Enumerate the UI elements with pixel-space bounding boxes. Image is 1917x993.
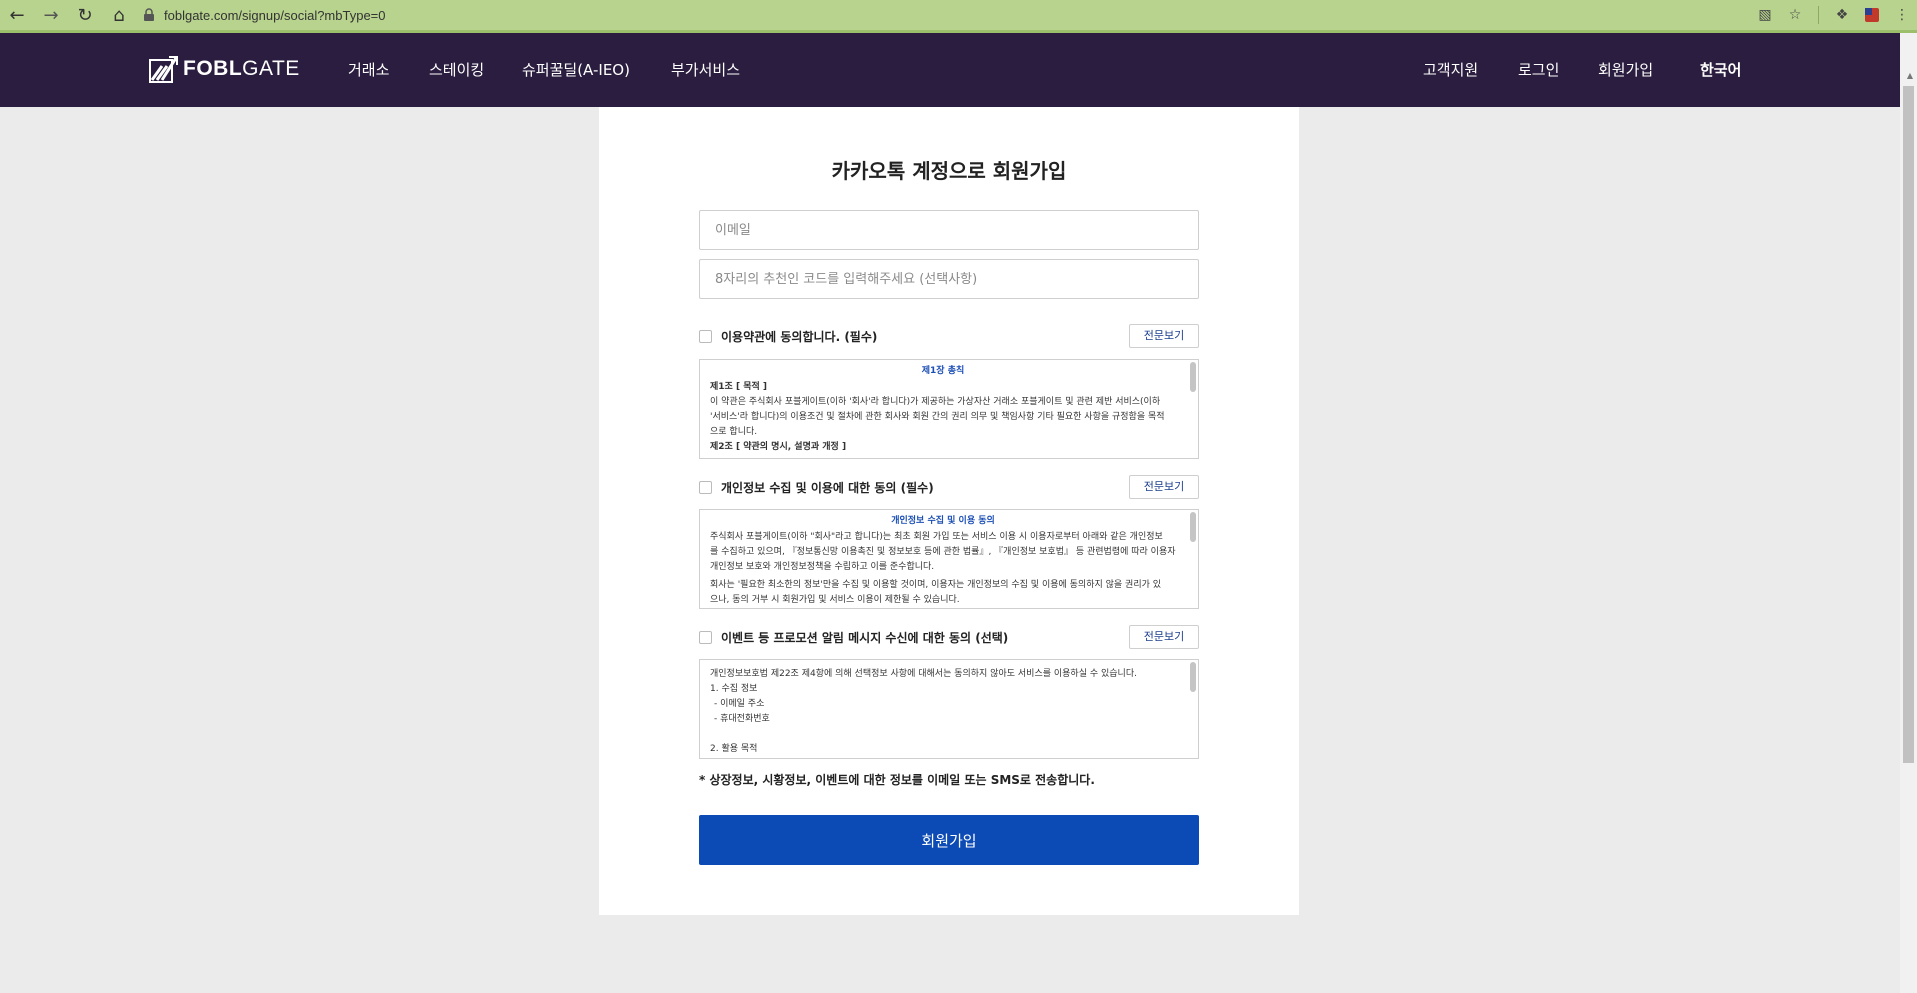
site-header: FOBLGATE 거래소 스테이킹 슈퍼꿀딜(A-IEO) 부가서비스 고객지원… — [0, 33, 1900, 107]
terms-line: 으로 합니다. — [710, 427, 758, 437]
nav-extra-services[interactable]: 부가서비스 — [671, 59, 740, 80]
signup-submit-button[interactable]: 회원가입 — [699, 815, 1199, 865]
nav-signup[interactable]: 회원가입 — [1598, 59, 1653, 80]
privacy-line: 개인정보 보호와 개인정보정책을 수립하고 이를 준수합니다. — [710, 562, 935, 572]
nav-support[interactable]: 고객지원 — [1423, 59, 1478, 80]
promo-text-box[interactable]: 개인정보보호법 제22조 제4항에 의해 선택정보 사항에 대해서는 동의하지 … — [699, 659, 1199, 759]
privacy-line: 회사는 '필요한 최소한의 정보'만을 수집 및 이용할 것이며, 이용자는 개… — [710, 580, 1162, 590]
terms-label: 이용약관에 동의합니다. (필수) — [721, 330, 878, 344]
scroll-up-icon[interactable]: ▲ — [1907, 71, 1913, 80]
signup-card: 카카오톡 계정으로 회원가입 이용약관에 동의합니다. (필수) 전문보기 제1… — [599, 107, 1299, 915]
privacy-line: 으나, 동의 거부 시 회원가입 및 서비스 이용이 제한될 수 있습니다. — [710, 595, 960, 605]
promo-box-scrollbar[interactable] — [1190, 662, 1196, 756]
logo[interactable]: FOBLGATE — [149, 54, 300, 84]
privacy-line: 를 수집하고 있으며, 『정보통신망 이용촉진 및 정보보호 등에 관한 법률』… — [710, 547, 1176, 557]
email-input[interactable] — [699, 210, 1199, 250]
nav-login[interactable]: 로그인 — [1518, 59, 1559, 80]
translate-icon[interactable]: ▧ — [1750, 0, 1780, 30]
toolbar-divider — [1818, 6, 1819, 24]
promo-label: 이벤트 등 프로모션 알림 메시지 수신에 대한 동의 (선택) — [721, 631, 1009, 645]
terms-line: '서비스'라 합니다)의 이용조건 및 절차에 관한 회사와 회원 간의 권리 … — [710, 412, 1165, 422]
extensions-icon[interactable]: ❖ — [1827, 0, 1857, 30]
foblgate-logo-icon — [149, 56, 178, 83]
promo-line: 개인정보보호법 제22조 제4항에 의해 선택정보 사항에 대해서는 동의하지 … — [710, 669, 1137, 679]
nav-exchange[interactable]: 거래소 — [348, 59, 389, 80]
browser-toolbar: ← → ↻ ⌂ foblgate.com/signup/social?mbTyp… — [0, 0, 1917, 30]
page-title: 카카오톡 계정으로 회원가입 — [831, 159, 1067, 183]
home-icon[interactable]: ⌂ — [102, 0, 136, 30]
promo-agree-row: 이벤트 등 프로모션 알림 메시지 수신에 대한 동의 (선택) 전문보기 — [699, 625, 1199, 651]
terms-text-box[interactable]: 제1장 총칙 제1조 [ 목적 ] 이 약관은 주식회사 포블게이트(이하 '회… — [699, 359, 1199, 459]
lock-icon — [144, 8, 154, 21]
promo-line: 2. 활용 목적 — [710, 744, 758, 754]
privacy-box-title: 개인정보 수집 및 이용 동의 — [891, 516, 995, 526]
terms-box-title: 제1장 총칙 — [921, 366, 965, 376]
back-icon[interactable]: ← — [0, 0, 34, 30]
terms-box-scrollbar[interactable] — [1190, 362, 1196, 456]
scrollbar-thumb[interactable] — [1903, 86, 1914, 763]
forward-icon[interactable]: → — [34, 0, 68, 30]
terms-line: 이 약관은 주식회사 포블게이트(이하 '회사'라 합니다)가 제공하는 가상자… — [710, 397, 1161, 407]
logo-text: FOBLGATE — [183, 57, 300, 80]
privacy-text-box[interactable]: 개인정보 수집 및 이용 동의 주식회사 포블게이트(이하 "회사"라고 합니다… — [699, 509, 1199, 609]
privacy-agree-row: 개인정보 수집 및 이용에 대한 동의 (필수) 전문보기 — [699, 475, 1199, 501]
profile-icon[interactable] — [1857, 0, 1887, 30]
promo-line: - 휴대전화번호 — [714, 714, 770, 724]
promo-line: 1. 수집 정보 — [710, 684, 758, 694]
nav-language[interactable]: 한국어 — [1700, 59, 1741, 80]
promo-line — [710, 727, 1176, 742]
menu-icon[interactable]: ⋮ — [1887, 0, 1917, 30]
terms-line: 제1조 [ 목적 ] — [710, 382, 768, 392]
reload-icon[interactable]: ↻ — [68, 0, 102, 30]
terms-view-button[interactable]: 전문보기 — [1129, 324, 1199, 348]
nav-staking[interactable]: 스테이킹 — [429, 59, 484, 80]
terms-agree-row: 이용약관에 동의합니다. (필수) 전문보기 — [699, 324, 1199, 350]
address-bar[interactable]: foblgate.com/signup/social?mbType=0 — [142, 0, 386, 30]
promo-line: - 이메일 주소 — [714, 699, 765, 709]
page-scrollbar[interactable]: ▲ — [1900, 33, 1917, 993]
star-icon[interactable]: ☆ — [1780, 0, 1810, 30]
privacy-line: 주식회사 포블게이트(이하 "회사"라고 합니다)는 최초 회원 가입 또는 서… — [710, 532, 1163, 542]
privacy-box-scrollbar[interactable] — [1190, 512, 1196, 606]
privacy-checkbox[interactable] — [699, 481, 712, 494]
sms-email-note: * 상장정보, 시황정보, 이벤트에 대한 정보를 이메일 또는 SMS로 전송… — [699, 773, 1095, 787]
promo-view-button[interactable]: 전문보기 — [1129, 625, 1199, 649]
terms-line: 제2조 [ 약관의 명시, 설명과 개정 ] — [710, 442, 847, 452]
referral-code-input[interactable] — [699, 259, 1199, 299]
nav-super-deal[interactable]: 슈퍼꿀딜(A-IEO) — [522, 59, 630, 80]
privacy-view-button[interactable]: 전문보기 — [1129, 475, 1199, 499]
promo-checkbox[interactable] — [699, 631, 712, 644]
terms-checkbox[interactable] — [699, 330, 712, 343]
privacy-label: 개인정보 수집 및 이용에 대한 동의 (필수) — [721, 481, 934, 495]
url-text: foblgate.com/signup/social?mbType=0 — [164, 7, 386, 23]
